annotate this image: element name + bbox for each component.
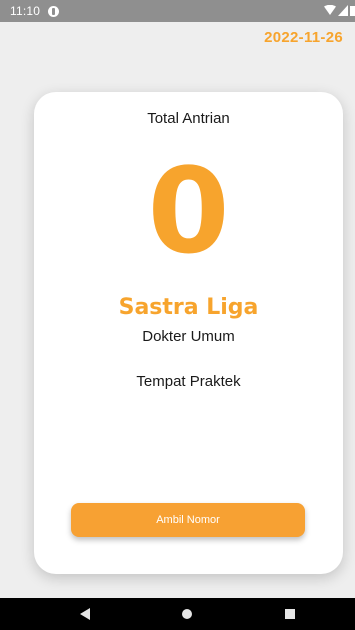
date-label: 2022-11-26 — [264, 29, 343, 46]
nav-bar — [0, 598, 355, 630]
doctor-name: Sastra Liga — [118, 295, 259, 320]
wifi-icon — [324, 5, 336, 15]
recents-icon[interactable] — [285, 609, 295, 619]
notification-app-icon — [48, 5, 60, 17]
queue-card: Total Antrian 0 Sastra Liga Dokter Umum … — [34, 92, 343, 574]
status-bar: 11:10 — [0, 0, 355, 22]
status-time: 11:10 — [10, 4, 41, 18]
signal-icon — [338, 5, 348, 16]
card-title: Total Antrian — [147, 110, 230, 127]
status-icons — [324, 5, 355, 16]
battery-icon — [350, 6, 355, 16]
practice-place: Tempat Praktek — [136, 373, 241, 390]
back-icon[interactable] — [80, 608, 90, 620]
queue-number: 0 — [147, 142, 230, 280]
take-number-button[interactable]: Ambil Nomor — [71, 503, 305, 537]
home-icon[interactable] — [182, 609, 192, 619]
doctor-specialty: Dokter Umum — [142, 328, 235, 345]
